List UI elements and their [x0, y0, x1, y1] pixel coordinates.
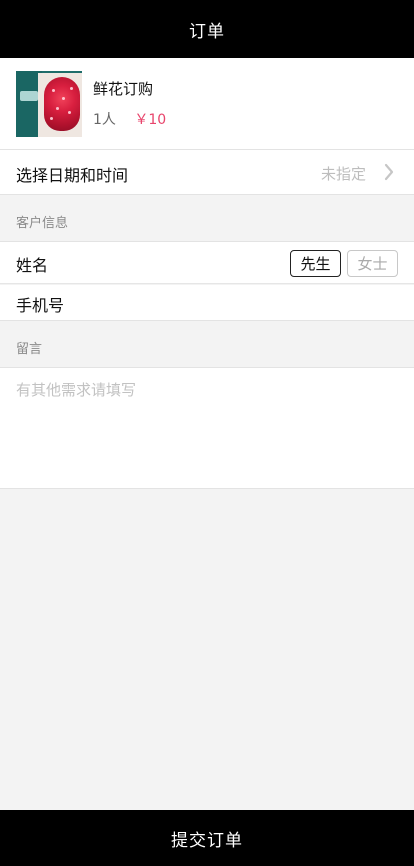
gender-ms-button[interactable]: 女士: [347, 250, 398, 277]
datetime-value: 未指定: [320, 165, 366, 183]
submit-label: 提交订单: [171, 830, 243, 851]
product-card: 鲜花订购 1人 ￥10: [0, 58, 414, 150]
name-row[interactable]: 姓名 先生 女士: [0, 242, 414, 284]
phone-label: 手机号: [16, 296, 65, 315]
name-label: 姓名: [16, 256, 49, 275]
datetime-row[interactable]: 选择日期和时间 未指定: [0, 150, 414, 195]
product-meta: 1人 ￥10: [93, 109, 166, 129]
message-section-header: 留言: [0, 322, 414, 368]
submit-order-button[interactable]: 提交订单: [0, 810, 414, 866]
message-input[interactable]: 有其他需求请填写: [0, 368, 414, 489]
customer-section-header: 客户信息: [0, 196, 414, 242]
top-bar: 订单: [0, 0, 414, 58]
datetime-label: 选择日期和时间: [16, 166, 129, 185]
product-count: 1人: [93, 112, 116, 128]
product-thumbnail: [16, 71, 82, 137]
message-placeholder: 有其他需求请填写: [16, 381, 137, 399]
phone-row[interactable]: 手机号: [0, 285, 414, 321]
message-section-label: 留言: [16, 342, 43, 357]
page-title: 订单: [189, 21, 225, 42]
product-price: ￥10: [134, 112, 167, 128]
customer-section-label: 客户信息: [16, 216, 69, 231]
chevron-right-icon: [384, 163, 394, 181]
gender-mr-button[interactable]: 先生: [290, 250, 341, 277]
product-name: 鲜花订购: [93, 80, 154, 98]
